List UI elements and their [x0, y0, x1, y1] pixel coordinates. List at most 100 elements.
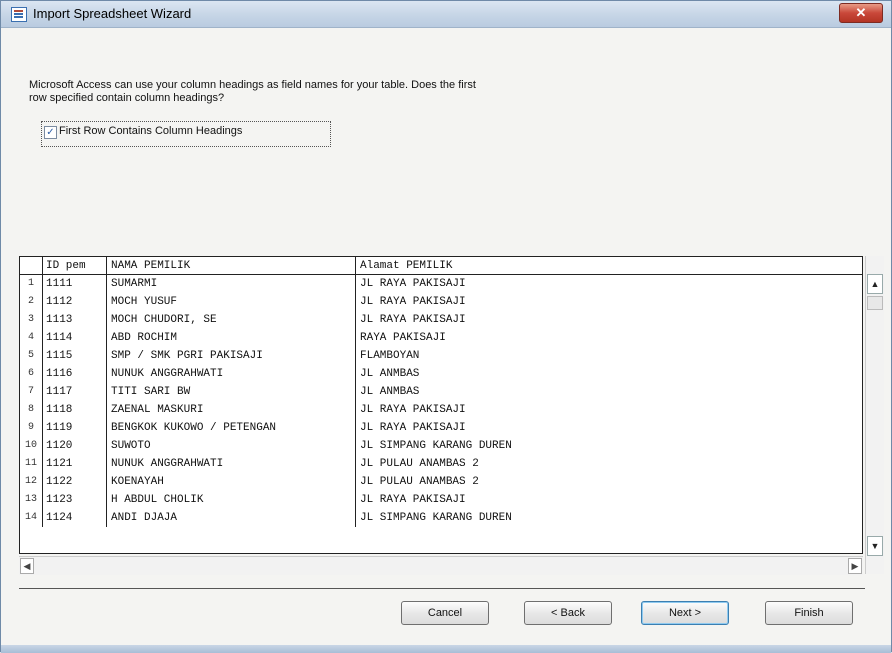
row-number: 5: [20, 347, 43, 365]
table-row[interactable]: 12 1122 KOENAYAH JL PULAU ANAMBAS 2: [20, 473, 862, 491]
cell-id: 1119: [43, 419, 107, 437]
cell-id: 1113: [43, 311, 107, 329]
instructions-text: Microsoft Access can use your column hea…: [29, 79, 649, 105]
cell-name: SUWOTO: [108, 437, 356, 455]
cell-name: KOENAYAH: [108, 473, 356, 491]
row-number: 13: [20, 491, 43, 509]
table-row[interactable]: 6 1116 NUNUK ANGGRAHWATI JL ANMBAS: [20, 365, 862, 383]
cell-address: JL RAYA PAKISAJI: [360, 404, 466, 416]
cell-name: MOCH CHUDORI, SE: [108, 311, 356, 329]
table-row[interactable]: 13 1123 H ABDUL CHOLIK JL RAYA PAKISAJI: [20, 491, 862, 509]
cell-address: JL ANMBAS: [360, 368, 420, 380]
scroll-down-button[interactable]: ▼: [867, 536, 883, 556]
row-number: 8: [20, 401, 43, 419]
row-number: 6: [20, 365, 43, 383]
cell-address: JL RAYA PAKISAJI: [360, 296, 466, 308]
row-number: 1: [20, 275, 43, 293]
cell-id: 1118: [43, 401, 107, 419]
horizontal-scrollbar[interactable]: ◀ ▶: [19, 556, 863, 575]
cell-address: JL SIMPANG KARANG DUREN: [360, 440, 512, 452]
cell-id: 1121: [43, 455, 107, 473]
instructions-line-2: row specified contain column headings?: [29, 92, 225, 104]
column-header-address[interactable]: Alamat PEMILIK: [357, 257, 857, 275]
first-row-headings-option[interactable]: ✓ First Row Contains Column Headings: [41, 121, 331, 147]
cell-id: 1112: [43, 293, 107, 311]
table-row[interactable]: 11 1121 NUNUK ANGGRAHWATI JL PULAU ANAMBAS …: [20, 455, 862, 473]
back-button[interactable]: < Back: [524, 601, 612, 625]
row-number: 12: [20, 473, 43, 491]
import-wizard-window: Import Spreadsheet Wizard ✕ Microsoft Ac…: [0, 0, 892, 653]
cell-address: JL RAYA PAKISAJI: [360, 494, 466, 506]
cell-name: SUMARMI: [108, 275, 356, 293]
next-button[interactable]: Next >: [641, 601, 729, 625]
cell-id: 1122: [43, 473, 107, 491]
cell-id: 1123: [43, 491, 107, 509]
window-title: Import Spreadsheet Wizard: [33, 6, 192, 21]
cell-address: JL ANMBAS: [360, 386, 420, 398]
spreadsheet-icon: [11, 7, 27, 22]
cell-name: MOCH YUSUF: [108, 293, 356, 311]
table-row[interactable]: 3 1113 MOCH CHUDORI, SE JL RAYA PAKISAJI: [20, 311, 862, 329]
row-number: 7: [20, 383, 43, 401]
vertical-scroll-thumb[interactable]: [867, 296, 883, 310]
cell-id: 1117: [43, 383, 107, 401]
table-row[interactable]: 2 1112 MOCH YUSUF JL RAYA PAKISAJI: [20, 293, 862, 311]
row-number: 11: [20, 455, 43, 473]
scroll-right-button[interactable]: ▶: [848, 558, 862, 574]
cell-address: JL RAYA PAKISAJI: [360, 278, 466, 290]
grid-header-row: ID pem NAMA PEMILIK Alamat PEMILIK: [20, 257, 862, 275]
cell-name: ZAENAL MASKURI: [108, 401, 356, 419]
scroll-up-button[interactable]: ▲: [867, 274, 883, 294]
row-number: 4: [20, 329, 43, 347]
table-row[interactable]: 14 1124 ANDI DJAJA JL SIMPANG KARANG DUREN: [20, 509, 862, 527]
cell-name: ANDI DJAJA: [108, 509, 356, 527]
cell-address: JL SIMPANG KARANG DUREN: [360, 512, 512, 524]
finish-button[interactable]: Finish: [765, 601, 853, 625]
cell-id: 1116: [43, 365, 107, 383]
preview-grid: ID pem NAMA PEMILIK Alamat PEMILIK 1 1111…: [19, 256, 863, 554]
cell-name: BENGKOK KUKOWO / PETENGAN: [108, 419, 356, 437]
cell-name: NUNUK ANGGRAHWATI: [108, 455, 356, 473]
vertical-scrollbar[interactable]: ▲ ▼: [865, 256, 884, 574]
cell-address: JL RAYA PAKISAJI: [360, 314, 466, 326]
row-number: 9: [20, 419, 43, 437]
button-separator: [19, 588, 865, 589]
instructions-line-1: Microsoft Access can use your column hea…: [29, 79, 476, 91]
row-selector-header: [20, 257, 43, 275]
cancel-button[interactable]: Cancel: [401, 601, 489, 625]
cell-id: 1120: [43, 437, 107, 455]
cell-name: SMP / SMK PGRI PAKISAJI: [108, 347, 356, 365]
cell-address: JL PULAU ANAMBAS 2: [360, 476, 479, 488]
cell-address: RAYA PAKISAJI: [360, 332, 446, 344]
cell-address: JL RAYA PAKISAJI: [360, 422, 466, 434]
first-row-headings-checkbox[interactable]: ✓: [44, 126, 57, 139]
cell-id: 1124: [43, 509, 107, 527]
table-row[interactable]: 10 1120 SUWOTO JL SIMPANG KARANG DUREN: [20, 437, 862, 455]
cell-id: 1115: [43, 347, 107, 365]
row-number: 3: [20, 311, 43, 329]
cell-name: NUNUK ANGGRAHWATI: [108, 365, 356, 383]
scroll-left-button[interactable]: ◀: [20, 558, 34, 574]
column-header-id[interactable]: ID pem: [43, 257, 107, 275]
row-number: 10: [20, 437, 43, 455]
row-number: 14: [20, 509, 43, 527]
first-row-headings-label[interactable]: First Row Contains Column Headings: [59, 125, 242, 137]
cell-id: 1114: [43, 329, 107, 347]
cell-id: 1111: [43, 275, 107, 293]
table-row[interactable]: 8 1118 ZAENAL MASKURI JL RAYA PAKISAJI: [20, 401, 862, 419]
column-header-name[interactable]: NAMA PEMILIK: [108, 257, 356, 275]
cell-address: JL PULAU ANAMBAS 2: [360, 458, 479, 470]
preview-area: ID pem NAMA PEMILIK Alamat PEMILIK 1 1111…: [19, 256, 892, 602]
row-number: 2: [20, 293, 43, 311]
table-row[interactable]: 4 1114 ABD ROCHIM RAYA PAKISAJI: [20, 329, 862, 347]
table-row[interactable]: 5 1115 SMP / SMK PGRI PAKISAJI FLAMBOYAN: [20, 347, 862, 365]
cell-address: FLAMBOYAN: [360, 350, 420, 362]
cell-name: TITI SARI BW: [108, 383, 356, 401]
table-row[interactable]: 1 1111 SUMARMI JL RAYA PAKISAJI: [20, 275, 862, 293]
cell-name: H ABDUL CHOLIK: [108, 491, 356, 509]
cell-name: ABD ROCHIM: [108, 329, 356, 347]
title-bar: Import Spreadsheet Wizard ✕: [1, 1, 891, 28]
close-button[interactable]: ✕: [839, 3, 883, 23]
table-row[interactable]: 7 1117 TITI SARI BW JL ANMBAS: [20, 383, 862, 401]
table-row[interactable]: 9 1119 BENGKOK KUKOWO / PETENGAN JL RAYA PA…: [20, 419, 862, 437]
